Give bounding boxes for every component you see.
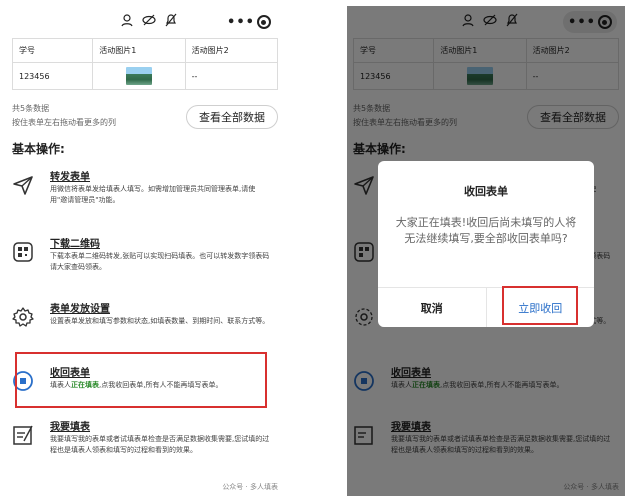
top-bar: ••• bbox=[6, 6, 284, 36]
bell-off-icon bbox=[165, 13, 177, 27]
screen-right: ••• 学号 活动图片1 活动图片2 123456 -- 共5条数据 按住表单左… bbox=[347, 6, 625, 496]
op-title[interactable]: 表单发放设置 bbox=[50, 300, 110, 315]
highlight-box bbox=[502, 286, 578, 325]
more-dots-icon[interactable]: ••• bbox=[227, 16, 255, 29]
highlight-box bbox=[15, 352, 267, 408]
table-cell-image[interactable] bbox=[92, 62, 186, 90]
table-header-row: 学号 活动图片1 活动图片2 bbox=[11, 38, 279, 63]
close-target-icon[interactable] bbox=[256, 15, 271, 29]
op-desc: 我要填写我的表单或者试填表单检查是否满足数据收集需要,您试填的过程也是填表人领表… bbox=[50, 435, 270, 454]
cancel-button[interactable]: 取消 bbox=[378, 288, 487, 327]
dialog-message: 大家正在填表!收回后尚未填写的人将无法继续填写,要全部收回表单吗? bbox=[395, 216, 577, 245]
basic-operations-title: 基本操作: bbox=[12, 142, 65, 156]
gear-icon bbox=[12, 307, 34, 327]
table-row: 123456 -- bbox=[11, 62, 279, 90]
op-desc: 设置表单发放和填写参数和状态,如填表数量、到期时间、联系方式等。 bbox=[50, 317, 270, 325]
table-header: 学号 bbox=[11, 38, 94, 63]
status-icons bbox=[120, 13, 178, 27]
op-title[interactable]: 下载二维码 bbox=[50, 235, 100, 250]
op-distribution-settings[interactable]: 表单发放设置 设置表单发放和填写参数和状态,如填表数量、到期时间、联系方式等。 bbox=[12, 300, 278, 350]
op-fill-form[interactable]: 我要填表 我要填写我的表单或者试填表单检查是否满足数据收集需要,您试填的过程也是… bbox=[12, 418, 278, 478]
edit-form-icon bbox=[13, 425, 33, 445]
eye-off-icon bbox=[142, 14, 156, 26]
dialog-title: 收回表单 bbox=[464, 185, 508, 198]
screen-left: ••• 学号 活动图片1 活动图片2 123456 -- 共5条数据 按住表单左… bbox=[6, 6, 284, 496]
op-download-qrcode[interactable]: 下载二维码 下载本表单二维码转发,张贴可以实现扫码填表。也可以转发数字领表码请大… bbox=[12, 235, 278, 285]
view-all-data-button[interactable]: 查看全部数据 bbox=[186, 105, 278, 129]
send-icon bbox=[13, 176, 33, 195]
drag-hint: 按住表单左右拖动看更多的列 bbox=[12, 118, 116, 127]
watermark: 公众号 · 多人填表 bbox=[222, 483, 278, 491]
table-cell: -- bbox=[184, 62, 279, 90]
op-forward-form[interactable]: 转发表单 用微信将表单发给填表人填写。如需增加管理员共同管理表单,请使用"邀请管… bbox=[12, 168, 278, 218]
table-header: 活动图片2 bbox=[184, 38, 279, 63]
op-title[interactable]: 我要填表 bbox=[50, 418, 90, 433]
person-icon bbox=[121, 14, 133, 27]
data-table[interactable]: 学号 活动图片1 活动图片2 123456 -- bbox=[11, 38, 279, 90]
data-summary: 共5条数据 按住表单左右拖动看更多的列 bbox=[12, 102, 116, 130]
qrcode-icon bbox=[13, 242, 33, 262]
record-count: 共5条数据 bbox=[12, 104, 50, 113]
op-desc: 下载本表单二维码转发,张贴可以实现扫码填表。也可以转发数字领表码请大家查码领表。 bbox=[50, 252, 270, 271]
capsule-menu[interactable]: ••• bbox=[222, 11, 276, 33]
op-desc: 用微信将表单发给填表人填写。如需增加管理员共同管理表单,请使用"邀请管理员"功能… bbox=[50, 185, 256, 204]
table-header: 活动图片1 bbox=[92, 38, 186, 63]
table-cell: 123456 bbox=[11, 62, 94, 90]
op-title[interactable]: 转发表单 bbox=[50, 168, 90, 183]
activity-thumbnail[interactable] bbox=[125, 67, 152, 85]
